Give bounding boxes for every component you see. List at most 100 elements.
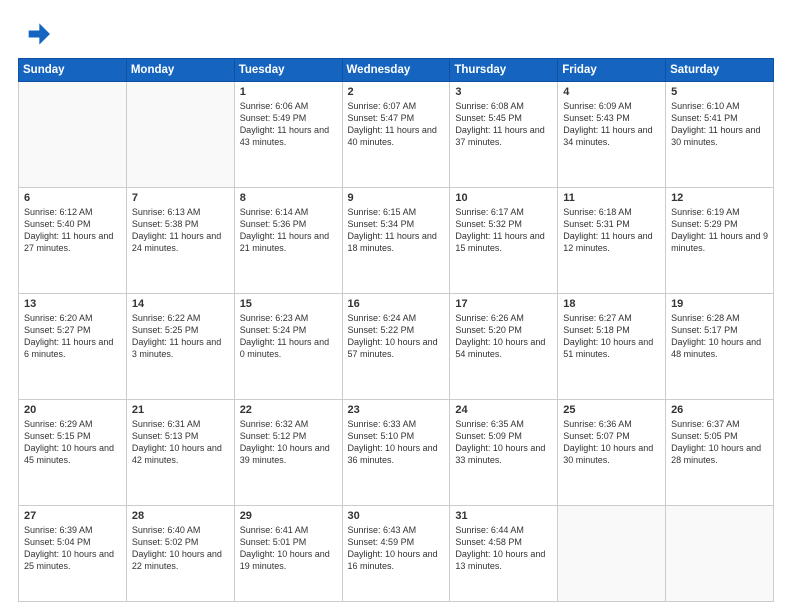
day-number: 4: [563, 86, 660, 98]
day-number: 3: [455, 86, 552, 98]
calendar-col-friday: Friday: [558, 59, 666, 82]
calendar-cell: 17 Sunrise: 6:26 AMSunset: 5:20 PMDayligh…: [450, 293, 558, 399]
day-number: 19: [671, 298, 768, 310]
day-number: 23: [348, 404, 445, 416]
day-info: Sunrise: 6:27 AMSunset: 5:18 PMDaylight:…: [563, 312, 660, 361]
calendar-cell: 15 Sunrise: 6:23 AMSunset: 5:24 PMDayligh…: [234, 293, 342, 399]
page: SundayMondayTuesdayWednesdayThursdayFrid…: [0, 0, 792, 612]
day-number: 16: [348, 298, 445, 310]
day-info: Sunrise: 6:22 AMSunset: 5:25 PMDaylight:…: [132, 312, 229, 361]
day-number: 27: [24, 510, 121, 522]
day-info: Sunrise: 6:06 AMSunset: 5:49 PMDaylight:…: [240, 100, 337, 149]
day-info: Sunrise: 6:31 AMSunset: 5:13 PMDaylight:…: [132, 418, 229, 467]
day-number: 6: [24, 192, 121, 204]
calendar-week-2: 6 Sunrise: 6:12 AMSunset: 5:40 PMDaylight…: [19, 187, 774, 293]
calendar-cell: 11Sunrise: 6:18 AMSunset: 5:31 PMDayligh…: [558, 187, 666, 293]
day-info: Sunrise: 6:29 AMSunset: 5:15 PMDaylight:…: [24, 418, 121, 467]
calendar-cell: 18 Sunrise: 6:27 AMSunset: 5:18 PMDayligh…: [558, 293, 666, 399]
calendar-cell: 29 Sunrise: 6:41 AMSunset: 5:01 PMDayligh…: [234, 505, 342, 601]
day-number: 20: [24, 404, 121, 416]
day-info: Sunrise: 6:17 AMSunset: 5:32 PMDaylight:…: [455, 206, 552, 255]
day-number: 8: [240, 192, 337, 204]
day-info: Sunrise: 6:12 AMSunset: 5:40 PMDaylight:…: [24, 206, 121, 255]
calendar-week-4: 20 Sunrise: 6:29 AMSunset: 5:15 PMDayligh…: [19, 399, 774, 505]
calendar-cell: 16 Sunrise: 6:24 AMSunset: 5:22 PMDayligh…: [342, 293, 450, 399]
calendar-header-row: SundayMondayTuesdayWednesdayThursdayFrid…: [19, 59, 774, 82]
calendar-cell: 8 Sunrise: 6:14 AMSunset: 5:36 PMDaylight…: [234, 187, 342, 293]
day-number: 28: [132, 510, 229, 522]
calendar-cell: 22Sunrise: 6:32 AMSunset: 5:12 PMDayligh…: [234, 399, 342, 505]
day-info: Sunrise: 6:08 AMSunset: 5:45 PMDaylight:…: [455, 100, 552, 149]
day-info: Sunrise: 6:33 AMSunset: 5:10 PMDaylight:…: [348, 418, 445, 467]
calendar-cell: 6 Sunrise: 6:12 AMSunset: 5:40 PMDaylight…: [19, 187, 127, 293]
day-number: 10: [455, 192, 552, 204]
calendar-table: SundayMondayTuesdayWednesdayThursdayFrid…: [18, 58, 774, 602]
day-info: Sunrise: 6:26 AMSunset: 5:20 PMDaylight:…: [455, 312, 552, 361]
day-info: Sunrise: 6:20 AMSunset: 5:27 PMDaylight:…: [24, 312, 121, 361]
day-number: 25: [563, 404, 660, 416]
calendar-cell: 26 Sunrise: 6:37 AMSunset: 5:05 PMDayligh…: [666, 399, 774, 505]
calendar-cell: 5 Sunrise: 6:10 AMSunset: 5:41 PMDaylight…: [666, 82, 774, 188]
day-number: 17: [455, 298, 552, 310]
day-number: 7: [132, 192, 229, 204]
day-number: 9: [348, 192, 445, 204]
day-info: Sunrise: 6:13 AMSunset: 5:38 PMDaylight:…: [132, 206, 229, 255]
header: [18, 18, 774, 50]
calendar-cell: 3 Sunrise: 6:08 AMSunset: 5:45 PMDaylight…: [450, 82, 558, 188]
calendar-cell: 21 Sunrise: 6:31 AMSunset: 5:13 PMDayligh…: [126, 399, 234, 505]
day-info: Sunrise: 6:40 AMSunset: 5:02 PMDaylight:…: [132, 524, 229, 573]
day-number: 18: [563, 298, 660, 310]
calendar-cell: 23 Sunrise: 6:33 AMSunset: 5:10 PMDayligh…: [342, 399, 450, 505]
calendar-cell: 12 Sunrise: 6:19 AMSunset: 5:29 PMDayligh…: [666, 187, 774, 293]
calendar-week-3: 13 Sunrise: 6:20 AMSunset: 5:27 PMDayligh…: [19, 293, 774, 399]
day-number: 29: [240, 510, 337, 522]
calendar-cell: 13 Sunrise: 6:20 AMSunset: 5:27 PMDayligh…: [19, 293, 127, 399]
day-number: 2: [348, 86, 445, 98]
day-info: Sunrise: 6:44 AMSunset: 4:58 PMDaylight:…: [455, 524, 552, 573]
day-number: 12: [671, 192, 768, 204]
day-info: Sunrise: 6:36 AMSunset: 5:07 PMDaylight:…: [563, 418, 660, 467]
day-number: 13: [24, 298, 121, 310]
calendar-cell: 25 Sunrise: 6:36 AMSunset: 5:07 PMDayligh…: [558, 399, 666, 505]
day-info: Sunrise: 6:32 AMSunset: 5:12 PMDaylight:…: [240, 418, 337, 467]
day-number: 15: [240, 298, 337, 310]
day-number: 26: [671, 404, 768, 416]
day-number: 5: [671, 86, 768, 98]
day-info: Sunrise: 6:07 AMSunset: 5:47 PMDaylight:…: [348, 100, 445, 149]
calendar-col-monday: Monday: [126, 59, 234, 82]
calendar-cell: 10 Sunrise: 6:17 AMSunset: 5:32 PMDayligh…: [450, 187, 558, 293]
day-number: 21: [132, 404, 229, 416]
day-info: Sunrise: 6:23 AMSunset: 5:24 PMDaylight:…: [240, 312, 337, 361]
calendar-cell: [19, 82, 127, 188]
day-info: Sunrise: 6:43 AMSunset: 4:59 PMDaylight:…: [348, 524, 445, 573]
calendar-col-thursday: Thursday: [450, 59, 558, 82]
calendar-cell: [126, 82, 234, 188]
day-info: Sunrise: 6:19 AMSunset: 5:29 PMDaylight:…: [671, 206, 768, 255]
day-info: Sunrise: 6:37 AMSunset: 5:05 PMDaylight:…: [671, 418, 768, 467]
day-number: 30: [348, 510, 445, 522]
logo: [18, 18, 54, 50]
calendar-cell: 27Sunrise: 6:39 AMSunset: 5:04 PMDayligh…: [19, 505, 127, 601]
calendar-cell: [558, 505, 666, 601]
logo-icon: [18, 18, 50, 50]
calendar-cell: [666, 505, 774, 601]
calendar-cell: 7 Sunrise: 6:13 AMSunset: 5:38 PMDaylight…: [126, 187, 234, 293]
day-info: Sunrise: 6:35 AMSunset: 5:09 PMDaylight:…: [455, 418, 552, 467]
calendar-cell: 28 Sunrise: 6:40 AMSunset: 5:02 PMDayligh…: [126, 505, 234, 601]
day-info: Sunrise: 6:14 AMSunset: 5:36 PMDaylight:…: [240, 206, 337, 255]
day-number: 14: [132, 298, 229, 310]
day-info: Sunrise: 6:10 AMSunset: 5:41 PMDaylight:…: [671, 100, 768, 149]
calendar-cell: 1Sunrise: 6:06 AMSunset: 5:49 PMDaylight…: [234, 82, 342, 188]
day-info: Sunrise: 6:09 AMSunset: 5:43 PMDaylight:…: [563, 100, 660, 149]
day-info: Sunrise: 6:41 AMSunset: 5:01 PMDaylight:…: [240, 524, 337, 573]
calendar-cell: 20 Sunrise: 6:29 AMSunset: 5:15 PMDayligh…: [19, 399, 127, 505]
day-number: 11: [563, 192, 660, 204]
day-info: Sunrise: 6:28 AMSunset: 5:17 PMDaylight:…: [671, 312, 768, 361]
calendar-week-1: 1Sunrise: 6:06 AMSunset: 5:49 PMDaylight…: [19, 82, 774, 188]
day-info: Sunrise: 6:24 AMSunset: 5:22 PMDaylight:…: [348, 312, 445, 361]
calendar-cell: 4 Sunrise: 6:09 AMSunset: 5:43 PMDaylight…: [558, 82, 666, 188]
calendar-cell: 2 Sunrise: 6:07 AMSunset: 5:47 PMDaylight…: [342, 82, 450, 188]
calendar-cell: 30 Sunrise: 6:43 AMSunset: 4:59 PMDayligh…: [342, 505, 450, 601]
calendar-col-tuesday: Tuesday: [234, 59, 342, 82]
calendar-cell: 9Sunrise: 6:15 AMSunset: 5:34 PMDaylight…: [342, 187, 450, 293]
